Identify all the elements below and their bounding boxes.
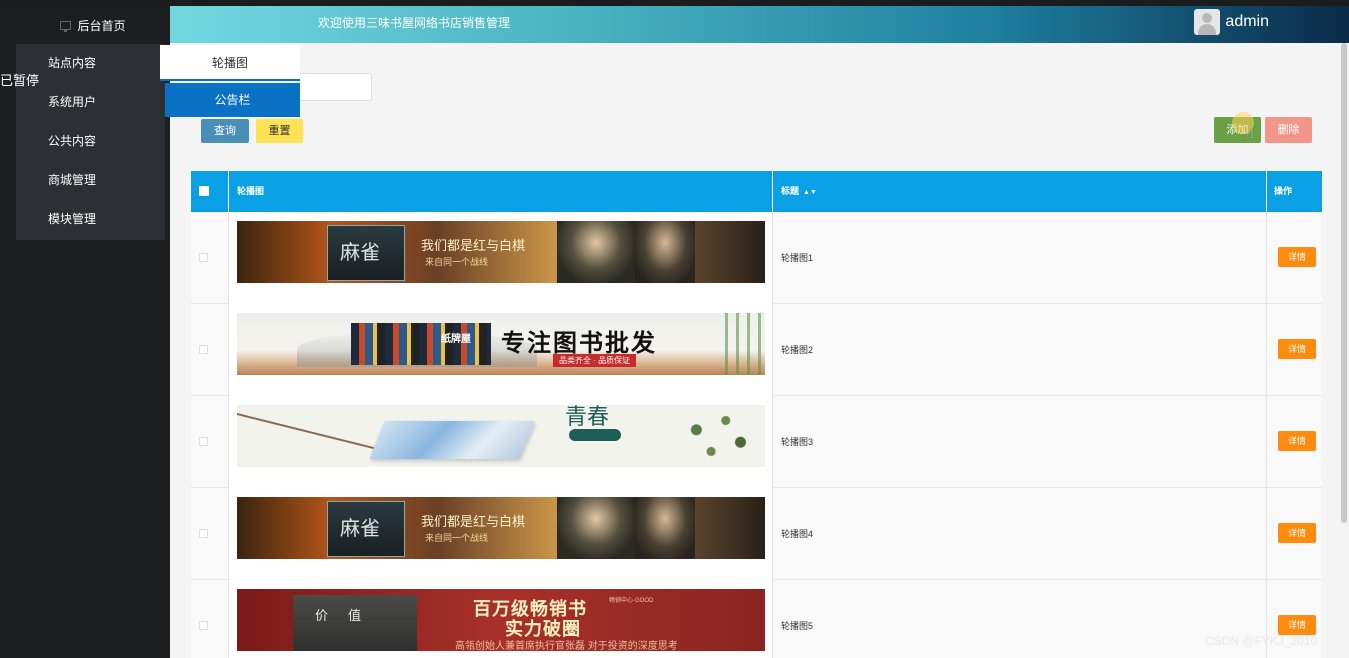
- search-input[interactable]: [300, 73, 372, 101]
- sort-icon[interactable]: ▲▼: [803, 172, 817, 213]
- query-button[interactable]: 查询: [201, 119, 249, 143]
- column-header-image: 轮播图: [229, 171, 773, 212]
- banner-caption-sub: 来自同一个战线: [425, 533, 489, 543]
- row-checkbox-cell: [191, 396, 229, 488]
- watermark: CSDN @FYKJ_2010: [1205, 634, 1318, 648]
- banner-caption: 我们都是红与白棋: [421, 239, 526, 254]
- image-cell: 麻雀 我们都是红与白棋 来自同一个战线: [229, 212, 773, 304]
- actions-cell: 详情: [1267, 212, 1322, 304]
- row-checkbox-cell: [191, 304, 229, 396]
- sidebar-item-public-content[interactable]: 公共内容: [16, 122, 165, 161]
- sidebar-item-mall-management[interactable]: 商城管理: [16, 161, 165, 200]
- title-cell: 轮播图5: [773, 580, 1267, 658]
- title-cell: 轮播图3: [773, 396, 1267, 488]
- title-cell: 轮播图2: [773, 304, 1267, 396]
- book-cover: 价值: [293, 595, 417, 651]
- detail-button[interactable]: 详情: [1278, 339, 1316, 359]
- header-checkbox-cell: [191, 171, 229, 212]
- row-checkbox-cell: [191, 488, 229, 580]
- username: admin: [1225, 13, 1269, 30]
- title-cell: 轮播图4: [773, 488, 1267, 580]
- banner-magazine: [369, 421, 535, 459]
- sidebar: 后台首页 站点内容 系统用户 公共内容 商城管理 模块管理: [0, 6, 170, 658]
- detail-button[interactable]: 详情: [1278, 615, 1316, 635]
- detail-button[interactable]: 详情: [1278, 523, 1316, 543]
- actions-cell: 详情: [1267, 396, 1322, 488]
- submenu-item-notice-board[interactable]: 公告栏: [165, 83, 300, 117]
- carousel-image: 青春: [237, 405, 765, 467]
- table-row: 麻雀 我们都是红与白棋 来自同一个战线 轮播图4 详情: [191, 488, 1322, 580]
- banner-bamboo: [717, 313, 765, 375]
- banner-books-label: 纸牌屋: [441, 334, 471, 345]
- table-row: 麻雀 我们都是红与白棋 来自同一个战线 轮播图1 详情: [191, 212, 1322, 304]
- row-checkbox[interactable]: [199, 253, 208, 262]
- column-header-title[interactable]: 标题 ▲▼: [773, 171, 1267, 212]
- carousel-image: 纸牌屋 专注图书批发 品类齐全 · 品质保证: [237, 313, 765, 375]
- avatar: [1194, 9, 1221, 35]
- detail-button[interactable]: 详情: [1278, 431, 1316, 451]
- reset-button[interactable]: 重置: [256, 119, 303, 143]
- banner-tag: 畅销中心·GOOD: [609, 598, 654, 604]
- title-cell: 轮播图1: [773, 212, 1267, 304]
- carousel-image: 价值 畅销中心·GOOD 百万级畅销书 实力破圈 高瓴创始人兼首席执行官张磊 对…: [237, 589, 765, 651]
- detail-button[interactable]: 详情: [1278, 247, 1316, 267]
- table-row: 青春 轮播图3 详情: [191, 396, 1322, 488]
- book-cover: 麻雀: [327, 225, 405, 281]
- carousel-image: 麻雀 我们都是红与白棋 来自同一个战线: [237, 497, 765, 559]
- banner-leaves: [667, 405, 765, 467]
- banner-title: 青春: [565, 405, 610, 430]
- banner-figure: [557, 221, 635, 283]
- image-cell: 纸牌屋 专注图书批发 品类齐全 · 品质保证: [229, 304, 773, 396]
- sidebar-home-label: 后台首页: [77, 18, 126, 33]
- select-all-checkbox[interactable]: [199, 186, 209, 196]
- banner-pill: [569, 429, 621, 441]
- actions-cell: 详情: [1267, 304, 1322, 396]
- sidebar-item-module-management[interactable]: 模块管理: [16, 200, 165, 239]
- banner-slogan: 专注图书批发: [501, 328, 657, 357]
- app-frame: 后台首页 站点内容 系统用户 公共内容 商城管理 模块管理 已暂停 欢迎使用三味…: [0, 0, 1349, 658]
- paused-label: 已暂停: [0, 73, 40, 88]
- banner-sub: 品类齐全 · 品质保证: [553, 354, 637, 367]
- row-checkbox[interactable]: [199, 345, 208, 354]
- banner-caption-sub: 来自同一个战线: [425, 257, 489, 267]
- carousel-table: 轮播图 标题▲▼ 操作 麻雀 我们都是红与白棋 来自同一个战线 轮播图1 详情: [191, 171, 1322, 658]
- image-cell: 价值 畅销中心·GOOD 百万级畅销书 实力破圈 高瓴创始人兼首席执行官张磊 对…: [229, 580, 773, 658]
- image-cell: 麻雀 我们都是红与白棋 来自同一个战线: [229, 488, 773, 580]
- submenu-item-carousel[interactable]: 轮播图: [160, 45, 300, 81]
- book-title: 麻雀: [340, 516, 380, 540]
- sidebar-home[interactable]: 后台首页: [16, 6, 170, 44]
- banner-figure: [635, 221, 695, 283]
- user-menu[interactable]: admin: [1194, 9, 1269, 35]
- banner-figure: [635, 497, 695, 559]
- row-checkbox-cell: [191, 212, 229, 304]
- top-header: 欢迎使用三味书屋网络书店销售管理 admin: [170, 6, 1349, 43]
- book-cover: 麻雀: [327, 501, 405, 557]
- banner-figure: [557, 497, 635, 559]
- book-title: 价值: [315, 609, 382, 624]
- hand-cursor-icon: ☝: [1246, 126, 1254, 141]
- monitor-icon: [60, 20, 72, 32]
- carousel-image: 麻雀 我们都是红与白棋 来自同一个战线: [237, 221, 765, 283]
- book-title: 麻雀: [340, 240, 380, 264]
- banner-sub: 高瓴创始人兼首席执行官张磊 对于投资的深度思考: [455, 641, 678, 651]
- table-header: 轮播图 标题 ▲▼ 操作: [191, 171, 1322, 212]
- delete-button[interactable]: 删除: [1265, 117, 1312, 143]
- scrollbar[interactable]: [1341, 43, 1347, 523]
- column-header-actions: 操作: [1274, 186, 1293, 196]
- table-row: 价值 畅销中心·GOOD 百万级畅销书 实力破圈 高瓴创始人兼首席执行官张磊 对…: [191, 580, 1322, 658]
- banner-caption: 我们都是红与白棋: [421, 515, 526, 530]
- row-checkbox[interactable]: [199, 529, 208, 538]
- image-cell: 青春: [229, 396, 773, 488]
- table-row: 纸牌屋 专注图书批发 品类齐全 · 品质保证 轮播图2 详情: [191, 304, 1322, 396]
- banner-branch: [237, 413, 393, 454]
- row-checkbox-cell: [191, 580, 229, 658]
- row-checkbox[interactable]: [199, 437, 208, 446]
- column-header-title-label: 标题: [781, 186, 800, 196]
- actions-cell: 详情: [1267, 488, 1322, 580]
- welcome-text: 欢迎使用三味书屋网络书店销售管理: [318, 16, 511, 30]
- row-checkbox[interactable]: [199, 621, 208, 630]
